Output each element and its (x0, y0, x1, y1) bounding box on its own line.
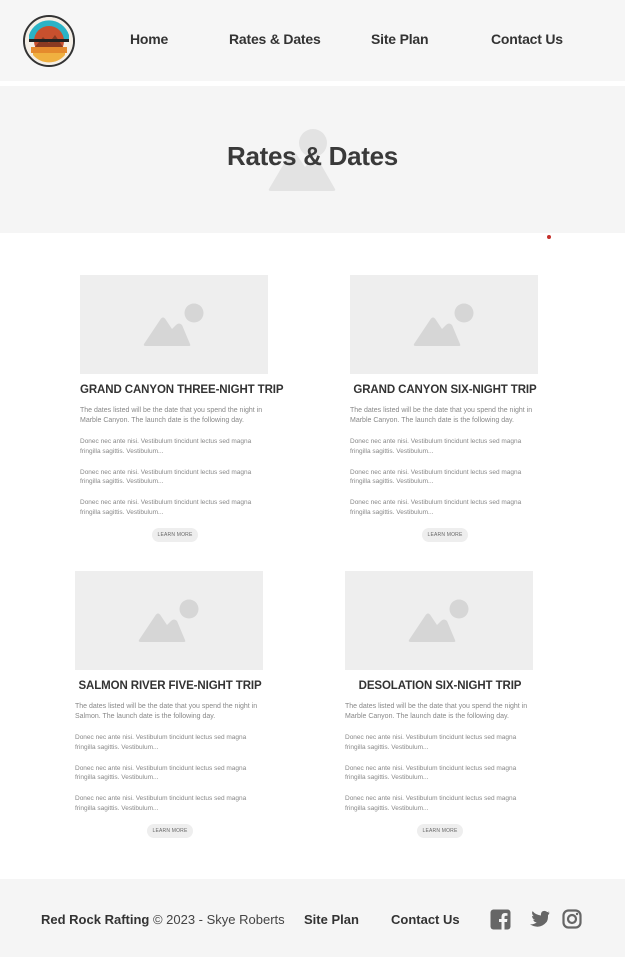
image-placeholder-icon (143, 303, 204, 346)
card-intro: The dates listed will be the date that y… (345, 703, 528, 720)
card-image (80, 275, 268, 374)
card-paragraph: Donec nec ante nisi. Vestibulum tincidun… (80, 468, 252, 486)
footer-site-plan[interactable]: Site Plan (304, 912, 359, 927)
footer-copyright-text: © 2023 - Skye Roberts (149, 912, 285, 927)
learn-more-button[interactable]: LEARN MORE (152, 527, 198, 542)
trip-card: GRAND CANYON THREE-NIGHT TRIP The dates … (80, 275, 284, 542)
learn-more-button[interactable]: LEARN MORE (417, 823, 463, 838)
decorative-dot (547, 235, 551, 239)
card-title: GRAND CANYON THREE-NIGHT TRIP (80, 384, 284, 396)
card-paragraph: Donec nec ante nisi. Vestibulum tincidun… (80, 438, 252, 455)
card-intro: The dates listed will be the date that y… (80, 407, 263, 424)
nav-site-plan[interactable]: Site Plan (371, 31, 429, 47)
footer-brand-name: Red Rock Rafting (41, 912, 150, 927)
card-image (75, 571, 263, 670)
card-paragraph: Donec nec ante nisi. Vestibulum tincidun… (80, 499, 252, 516)
nav-rates-dates[interactable]: Rates & Dates (229, 31, 321, 47)
trip-card: GRAND CANYON SIX-NIGHT TRIP The dates li… (350, 275, 540, 542)
nav-contact-us[interactable]: Contact Us (491, 31, 563, 47)
footer-contact-us[interactable]: Contact Us (391, 912, 460, 927)
site-logo[interactable] (23, 15, 75, 67)
card-paragraph: Donec nec ante nisi. Vestibulum tincidun… (350, 468, 522, 486)
instagram-icon[interactable] (562, 909, 582, 929)
facebook-icon[interactable] (490, 909, 511, 930)
card-paragraph: Donec nec ante nisi. Vestibulum tincidun… (75, 795, 247, 812)
card-title: GRAND CANYON SIX-NIGHT TRIP (353, 384, 537, 396)
card-title: SALMON RIVER FIVE-NIGHT TRIP (78, 680, 262, 692)
learn-more-button[interactable]: LEARN MORE (147, 823, 193, 838)
card-paragraph: Donec nec ante nisi. Vestibulum tincidun… (345, 734, 517, 751)
footer-copyright: Red Rock Rafting © 2023 - Skye Roberts (41, 912, 285, 927)
site-footer: Red Rock Rafting © 2023 - Skye Roberts S… (0, 879, 625, 957)
card-title: DESOLATION SIX-NIGHT TRIP (358, 680, 522, 692)
learn-more-button[interactable]: LEARN MORE (422, 527, 468, 542)
card-intro: The dates listed will be the date that y… (75, 703, 258, 720)
nav-home[interactable]: Home (130, 31, 168, 47)
image-placeholder-icon (413, 303, 474, 346)
trip-card: DESOLATION SIX-NIGHT TRIP The dates list… (345, 571, 535, 838)
site-header: Home Rates & Dates Site Plan Contact Us (0, 0, 625, 81)
logo-icon (25, 17, 73, 65)
page-title: Rates & Dates (227, 141, 398, 171)
card-paragraph: Donec nec ante nisi. Vestibulum tincidun… (75, 764, 247, 782)
trip-card: SALMON RIVER FIVE-NIGHT TRIP The dates l… (75, 571, 265, 838)
card-image (350, 275, 538, 374)
card-intro: The dates listed will be the date that y… (350, 407, 533, 424)
card-paragraph: Donec nec ante nisi. Vestibulum tincidun… (350, 438, 522, 455)
image-placeholder-icon (138, 599, 199, 642)
image-placeholder-icon (408, 599, 469, 642)
twitter-icon[interactable] (528, 909, 550, 930)
card-paragraph: Donec nec ante nisi. Vestibulum tincidun… (345, 795, 517, 812)
card-paragraph: Donec nec ante nisi. Vestibulum tincidun… (350, 499, 522, 516)
card-image (345, 571, 533, 670)
card-paragraph: Donec nec ante nisi. Vestibulum tincidun… (75, 734, 247, 751)
card-paragraph: Donec nec ante nisi. Vestibulum tincidun… (345, 764, 517, 782)
